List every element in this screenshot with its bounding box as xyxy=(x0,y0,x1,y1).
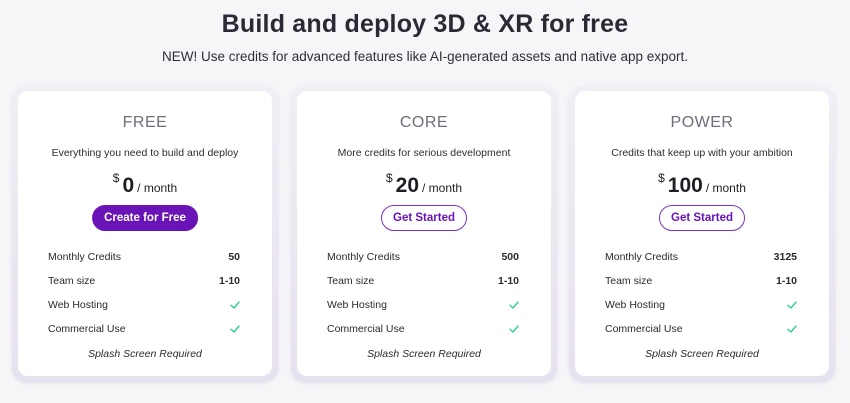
check-icon xyxy=(509,325,519,333)
feature-label: Web Hosting xyxy=(327,299,387,311)
feature-row-commercial-use: Commercial Use xyxy=(327,323,519,337)
price-currency: $ xyxy=(112,171,120,185)
plan-price: $20/ month xyxy=(297,171,551,198)
plan-card-free: FREE Everything you need to build and de… xyxy=(12,86,278,382)
plan-card-core: CORE More credits for serious developmen… xyxy=(291,86,557,382)
feature-label: Commercial Use xyxy=(48,323,126,335)
plan-card-power: POWER Credits that keep up with your amb… xyxy=(569,86,835,382)
price-currency: $ xyxy=(658,171,665,185)
plan-card-inner: POWER Credits that keep up with your amb… xyxy=(575,91,829,376)
feature-label: Monthly Credits xyxy=(48,251,121,263)
create-for-free-button[interactable]: Create for Free xyxy=(92,205,198,231)
price-amount: 0 xyxy=(122,174,135,197)
get-started-button-core[interactable]: Get Started xyxy=(381,205,467,231)
get-started-button-power[interactable]: Get Started xyxy=(659,205,745,231)
feature-row-web-hosting: Web Hosting xyxy=(48,299,240,313)
feature-value: 50 xyxy=(228,251,240,263)
plan-name: POWER xyxy=(670,114,734,131)
plan-price: $100/ month xyxy=(575,171,829,198)
feature-label: Web Hosting xyxy=(605,299,665,311)
plan-note: Splash Screen Required xyxy=(645,348,759,360)
plan-note: Splash Screen Required xyxy=(367,348,481,360)
check-icon xyxy=(230,325,240,333)
plan-card-inner: CORE More credits for serious developmen… xyxy=(297,91,551,376)
plan-name: FREE xyxy=(122,114,168,131)
plan-description: More credits for serious development xyxy=(337,147,511,159)
feature-label: Monthly Credits xyxy=(327,251,400,263)
feature-row-commercial-use: Commercial Use xyxy=(48,323,240,337)
feature-row-team-size: Team size 1-10 xyxy=(605,275,797,289)
feature-value: 1-10 xyxy=(218,275,240,287)
feature-row-monthly-credits: Monthly Credits 500 xyxy=(327,251,519,265)
pricing-page: Build and deploy 3D & XR for free NEW! U… xyxy=(0,0,850,403)
plan-description: Everything you need to build and deploy xyxy=(51,147,239,159)
feature-value: 3125 xyxy=(773,251,797,263)
feature-label: Team size xyxy=(327,275,375,287)
feature-row-monthly-credits: Monthly Credits 3125 xyxy=(605,251,797,265)
check-icon xyxy=(787,325,797,333)
feature-row-web-hosting: Web Hosting xyxy=(605,299,797,313)
feature-row-team-size: Team size 1-10 xyxy=(48,275,240,289)
feature-label: Commercial Use xyxy=(327,323,405,335)
check-icon xyxy=(509,301,519,309)
feature-row-monthly-credits: Monthly Credits 50 xyxy=(48,251,240,265)
feature-value: 1-10 xyxy=(497,275,519,287)
price-period: / month xyxy=(705,181,746,195)
plan-price: $0/ month xyxy=(18,171,272,198)
plan-card-inner: FREE Everything you need to build and de… xyxy=(18,91,272,376)
plan-note: Splash Screen Required xyxy=(88,348,202,360)
feature-value: 500 xyxy=(501,251,519,263)
check-icon xyxy=(787,301,797,309)
price-period: / month xyxy=(422,181,463,195)
feature-row-web-hosting: Web Hosting xyxy=(327,299,519,313)
page-subtitle: NEW! Use credits for advanced features l… xyxy=(161,49,689,64)
feature-label: Commercial Use xyxy=(605,323,683,335)
plan-description: Credits that keep up with your ambition xyxy=(611,147,793,159)
page-title: Build and deploy 3D & XR for free xyxy=(221,10,629,38)
price-amount: 20 xyxy=(395,174,419,197)
plan-name: CORE xyxy=(399,114,449,131)
feature-label: Team size xyxy=(605,275,653,287)
feature-row-team-size: Team size 1-10 xyxy=(327,275,519,289)
check-icon xyxy=(230,301,240,309)
price-amount: 100 xyxy=(667,174,703,197)
feature-row-commercial-use: Commercial Use xyxy=(605,323,797,337)
feature-value: 1-10 xyxy=(775,275,797,287)
feature-label: Team size xyxy=(48,275,96,287)
price-currency: $ xyxy=(385,171,393,185)
feature-label: Monthly Credits xyxy=(605,251,678,263)
price-period: / month xyxy=(137,181,178,195)
feature-label: Web Hosting xyxy=(48,299,108,311)
